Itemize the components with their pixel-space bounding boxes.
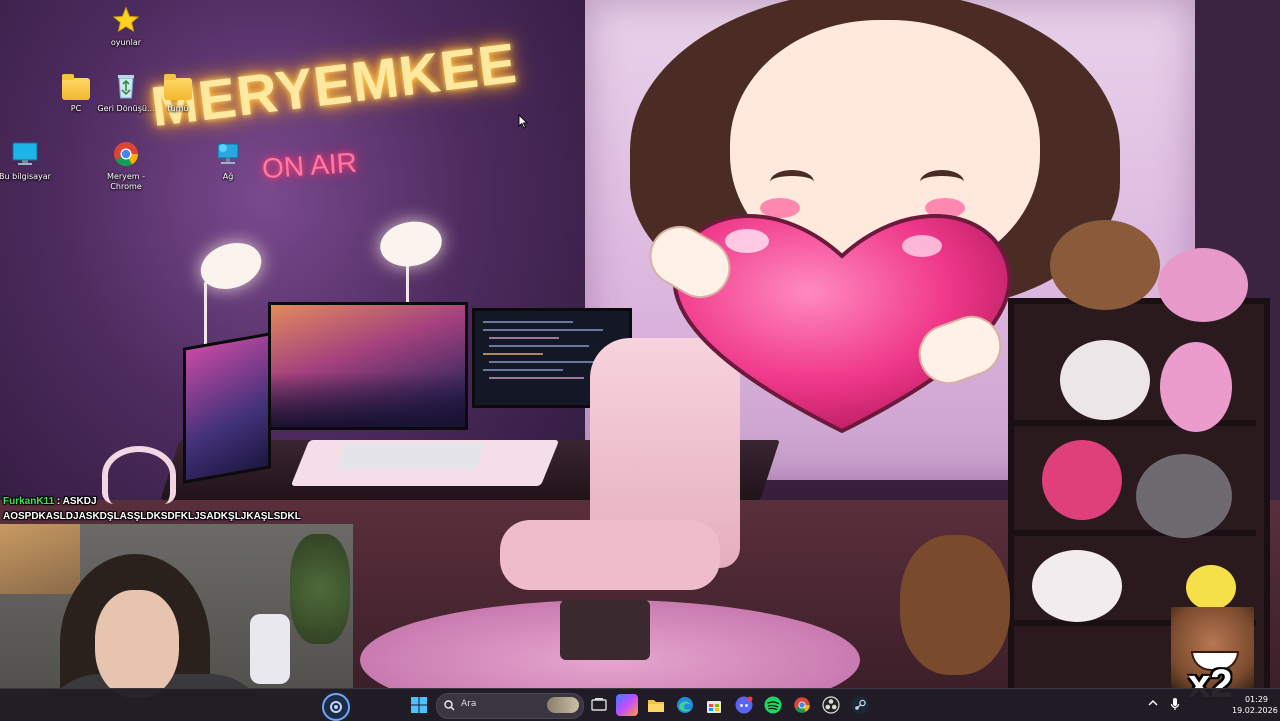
- plush-capybara: [1050, 220, 1160, 310]
- chrome-icon: [114, 142, 138, 167]
- taskbar: Ara 01:29 19.02.2026: [0, 688, 1280, 721]
- monitor-left: [183, 332, 271, 484]
- lamp-stem: [406, 262, 409, 307]
- desktop-icon-label: oyunlar: [110, 38, 142, 47]
- desktop-icon-bu-bilgisayar[interactable]: Bu bilgisayar: [0, 140, 55, 182]
- plush-gray-cat: [1136, 454, 1232, 538]
- webcam-wall-poster: [0, 524, 80, 594]
- plush-pink-bear: [1158, 248, 1248, 322]
- desktop-icon-chrome[interactable]: Meryem - Chrome: [96, 140, 156, 192]
- plush-white-cat: [1060, 340, 1150, 420]
- desktop-icon-ag[interactable]: Ağ: [198, 140, 258, 182]
- widgets-icon[interactable]: [322, 693, 350, 721]
- search-icon: [444, 700, 455, 711]
- desktop-icon-label: Bu bilgisayar: [0, 172, 51, 181]
- plush-white-seal: [1032, 550, 1122, 622]
- gaming-chair-base: [560, 600, 650, 660]
- task-view-icon[interactable]: [588, 694, 610, 716]
- search-highlight-image: [547, 697, 579, 713]
- network-icon: [217, 143, 239, 164]
- file-explorer-icon[interactable]: [645, 694, 667, 716]
- recycle-bin-icon: [118, 75, 134, 99]
- steam-icon[interactable]: [849, 694, 871, 716]
- chat-message-line: FurkanK11 : ASKDJ: [3, 494, 301, 509]
- plush-pink-cat: [1160, 342, 1232, 432]
- webcam-lamp: [250, 614, 290, 684]
- desktop-icon-oyunlar[interactable]: oyunlar: [96, 6, 156, 48]
- webcam-plant: [290, 534, 350, 644]
- tray-chevron-up-icon[interactable]: [1148, 698, 1158, 710]
- lamp-stem: [204, 282, 207, 352]
- star-icon: [112, 6, 140, 33]
- chat-message-continued: AOSPDKASLDJASKDŞLASŞLDKSDFKLJSADKŞLJKAŞL…: [3, 511, 301, 522]
- desktop-icon-label: tümü: [167, 104, 189, 113]
- desktop-icon-label: Ağ: [222, 172, 234, 181]
- plush-yellow-chick: [1186, 565, 1236, 610]
- search-placeholder: Ara: [461, 699, 477, 709]
- webcam-streamer-face: [95, 590, 179, 698]
- chat-message: ASKDJ: [62, 496, 97, 507]
- keyboard: [335, 444, 485, 470]
- edge-icon[interactable]: [674, 694, 696, 716]
- desktop-icon-label: PC: [70, 104, 82, 113]
- monitor-icon: [12, 142, 38, 165]
- folder-icon: [164, 74, 192, 100]
- spotify-icon[interactable]: [762, 694, 784, 716]
- obs-icon[interactable]: [820, 694, 842, 716]
- stream-chat-overlay: FurkanK11 : ASKDJ AOSPDKASLDJASKDŞLASŞLD…: [3, 494, 301, 524]
- desktop-icon-label: Meryem - Chrome: [107, 172, 145, 191]
- plush-teddy-bear: [900, 535, 1010, 675]
- discord-icon[interactable]: [733, 694, 755, 716]
- store-icon[interactable]: [703, 694, 725, 716]
- folder-icon: [62, 74, 90, 100]
- desktop-icon-label: Geri Dönüşü...: [97, 104, 155, 113]
- desktop-icon-tumu[interactable]: tümü: [148, 74, 208, 114]
- chat-username: FurkanK11: [3, 496, 55, 507]
- clock-time: 01:29: [1244, 695, 1268, 704]
- start-icon[interactable]: [408, 694, 430, 716]
- plush-strawberry-cat: [1042, 440, 1122, 520]
- monitor-center: [268, 302, 468, 430]
- mouse-cursor-icon: [518, 114, 528, 129]
- taskbar-search-box[interactable]: Ara: [436, 693, 584, 719]
- neon-sign-on-air: ON AIR: [260, 146, 358, 185]
- chrome-icon[interactable]: [791, 694, 813, 716]
- taskbar-clock[interactable]: 01:29 19.02.2026: [1232, 694, 1278, 716]
- microphone-icon[interactable]: [1170, 697, 1180, 713]
- chat-separator: :: [54, 496, 63, 507]
- clock-date: 19.02.2026: [1232, 706, 1278, 715]
- desktop-icon-recycle-bin[interactable]: Geri Dönüşü...: [96, 72, 156, 114]
- gaming-chair-seat: [500, 520, 720, 590]
- copilot-icon[interactable]: [616, 694, 638, 716]
